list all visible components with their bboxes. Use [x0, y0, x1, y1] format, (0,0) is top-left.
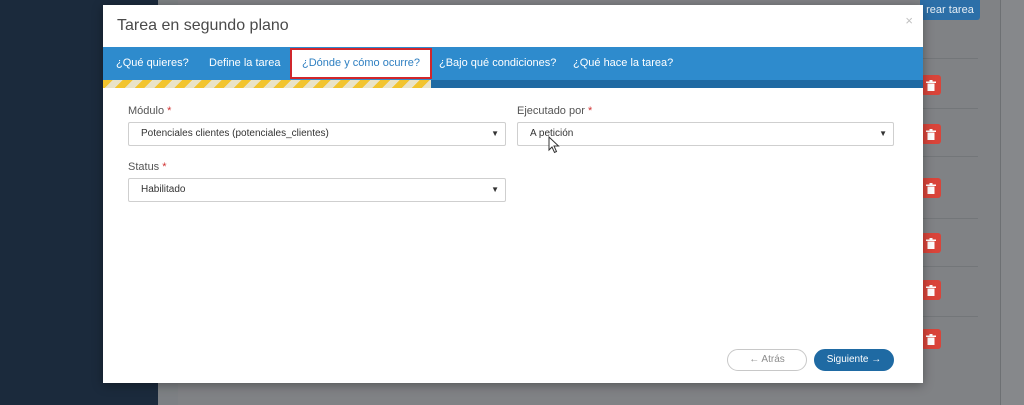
delete-button[interactable]: [921, 178, 941, 198]
table-row-divider: [922, 108, 978, 109]
close-icon[interactable]: ×: [905, 13, 913, 28]
table-row-divider: [922, 156, 978, 157]
delete-button[interactable]: [921, 124, 941, 144]
ejecutado-label: Ejecutado por *: [517, 105, 592, 117]
required-marker: *: [162, 161, 167, 173]
chevron-down-icon: ▼: [491, 129, 499, 138]
required-marker: *: [167, 105, 172, 117]
mouse-cursor-icon: [548, 136, 560, 154]
status-label-text: Status: [128, 161, 160, 173]
table-row-divider: [922, 218, 978, 219]
chevron-down-icon: ▼: [879, 129, 887, 138]
status-select-value: Habilitado: [141, 184, 186, 195]
table-row-divider: [922, 58, 978, 59]
tab-conditions[interactable]: ¿Bajo qué condiciones?: [439, 47, 556, 80]
back-button[interactable]: ← Atrás: [727, 349, 807, 371]
tab-task-action[interactable]: ¿Qué hace la tarea?: [573, 47, 673, 80]
modulo-select[interactable]: Potenciales clientes (potenciales_client…: [128, 122, 506, 146]
wizard-tab-bar: ¿Qué quieres? Define la tarea ¿Dónde y c…: [103, 47, 923, 80]
delete-button[interactable]: [921, 280, 941, 300]
trash-icon: [926, 128, 936, 140]
table-row-divider: [922, 316, 978, 317]
required-marker: *: [587, 105, 593, 117]
status-select[interactable]: Habilitado ▼: [128, 178, 506, 202]
create-task-button[interactable]: rear tarea: [920, 0, 980, 20]
trash-icon: [926, 284, 936, 296]
modal-title: Tarea en segundo plano: [117, 17, 289, 34]
modulo-label: Módulo *: [128, 105, 171, 117]
delete-button[interactable]: [921, 233, 941, 253]
next-button[interactable]: Siguiente →: [814, 349, 894, 371]
background-task-modal: Tarea en segundo plano × ¿Qué quieres? D…: [103, 5, 923, 383]
tab-define-task[interactable]: Define la tarea: [209, 47, 281, 80]
delete-button[interactable]: [921, 329, 941, 349]
trash-icon: [926, 333, 936, 345]
modulo-label-text: Módulo: [128, 105, 165, 117]
trash-icon: [926, 237, 936, 249]
trash-icon: [926, 79, 936, 91]
delete-button[interactable]: [921, 75, 941, 95]
table-row-divider: [922, 266, 978, 267]
status-label: Status *: [128, 161, 167, 173]
ejecutado-select[interactable]: A petición ▼: [517, 122, 894, 146]
ejecutado-label-text: Ejecutado por: [517, 105, 585, 117]
trash-icon: [926, 182, 936, 194]
wizard-progress-bar: [103, 80, 923, 88]
modulo-select-value: Potenciales clientes (potenciales_client…: [141, 128, 329, 139]
app-scrollbar[interactable]: [1000, 0, 1024, 405]
wizard-progress-fill: [103, 80, 431, 88]
tab-where-how[interactable]: ¿Dónde y cómo ocurre?: [290, 48, 432, 79]
chevron-down-icon: ▼: [491, 185, 499, 194]
tab-what-you-want[interactable]: ¿Qué quieres?: [116, 47, 189, 80]
